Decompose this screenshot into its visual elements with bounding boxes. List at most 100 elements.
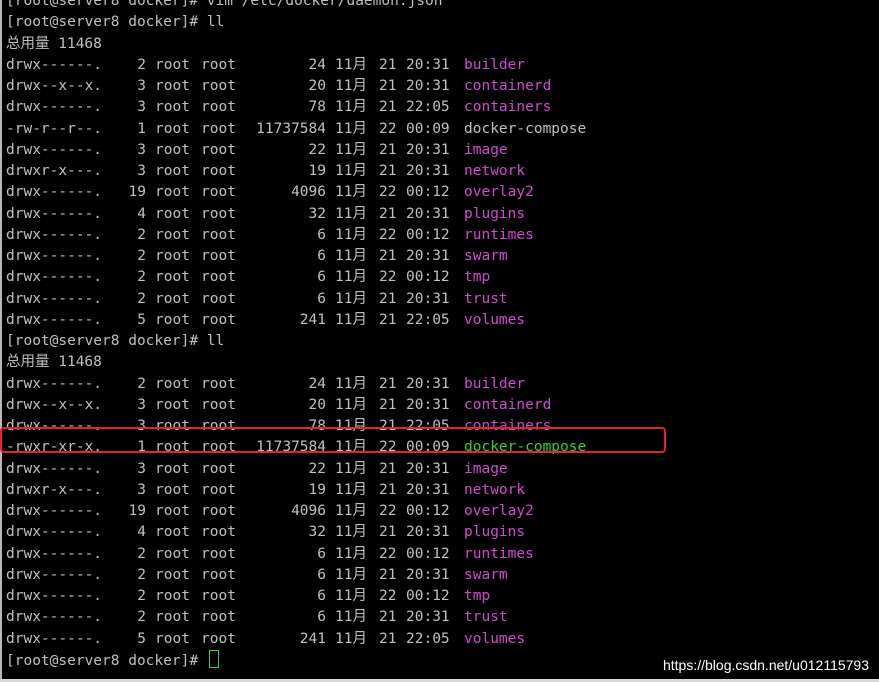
row-name: image: [464, 141, 508, 158]
row-owner: root: [155, 524, 190, 541]
row-time: 20:31: [406, 141, 450, 158]
shell-command: ll: [206, 14, 225, 31]
row-name: plugins: [464, 524, 526, 541]
row-day: 21: [379, 630, 397, 647]
row-time: 20:31: [406, 163, 450, 179]
row-owner: root: [155, 588, 190, 604]
row-owner: root: [155, 481, 190, 498]
row-group: root: [201, 481, 236, 498]
row-size: 6: [317, 545, 326, 562]
row-size: 6: [317, 588, 326, 604]
row-month: 11月: [335, 609, 367, 626]
row-perm: drwx------.: [6, 184, 103, 201]
row-size: 241: [299, 311, 326, 328]
row-links: 3: [137, 396, 146, 413]
row-day: 21: [379, 524, 397, 541]
listing-row: drwx------. 4 root root 32 11月 21 20:31 plugins: [6, 204, 586, 225]
row-month: 11月: [335, 588, 367, 604]
listing-row: drwx------. 2 root root 6 11月 22 00:12 runtimes: [6, 544, 586, 565]
row-owner: root: [155, 396, 190, 413]
listing-row: drwx------. 2 root root 6 11月 21 20:31 swarm: [6, 246, 586, 267]
row-day: 22: [379, 120, 397, 137]
listing-row: drwx------. 3 root root 22 11月 21 20:31 image: [6, 459, 586, 480]
row-name: overlay2: [464, 503, 534, 519]
row-name: tmp: [464, 588, 491, 604]
row-owner: root: [155, 566, 190, 583]
terminal-window[interactable]: [root@server8 docker]# vim /etc/docker/d…: [0, 0, 879, 682]
row-size: 4096: [291, 184, 326, 201]
row-links: 2: [137, 588, 146, 604]
row-group: root: [201, 290, 236, 307]
row-day: 21: [379, 56, 397, 73]
row-time: 20:31: [406, 566, 450, 583]
row-perm: drwx------.: [6, 609, 103, 626]
partial-top-line: [root@server8 docker]# vim /etc/docker/d…: [6, 0, 443, 9]
watermark-url: https://blog.csdn.net/u012115793: [662, 657, 869, 673]
row-perm: drwx--x--x.: [6, 396, 103, 413]
row-links: 2: [137, 226, 146, 243]
row-owner: root: [155, 630, 190, 647]
row-name: tmp: [464, 269, 491, 286]
row-owner: root: [155, 78, 190, 94]
row-perm: drwx------.: [6, 566, 103, 583]
row-perm: drwx------.: [6, 269, 103, 286]
row-links: 1: [137, 120, 146, 137]
row-month: 11月: [335, 163, 367, 179]
row-owner: root: [155, 184, 190, 201]
row-size: 19: [308, 163, 326, 179]
row-owner: root: [155, 56, 190, 73]
row-month: 11月: [335, 566, 367, 583]
row-month: 11月: [335, 396, 367, 413]
row-perm: drwx------.: [6, 205, 103, 222]
row-name: network: [464, 481, 526, 498]
row-links: 2: [137, 269, 146, 286]
row-owner: root: [155, 609, 190, 626]
row-name: builder: [464, 375, 526, 392]
row-group: root: [201, 205, 236, 222]
row-day: 21: [379, 78, 397, 94]
listing-row: drwx------. 19 root root 4096 11月 22 00:12 overl…: [6, 501, 586, 522]
row-name: swarm: [464, 248, 508, 264]
row-month: 11月: [335, 269, 367, 286]
row-links: 3: [137, 460, 146, 477]
row-perm: drwx------.: [6, 503, 103, 519]
row-owner: root: [155, 460, 190, 477]
terminal-cursor[interactable]: [208, 649, 219, 668]
row-name: builder: [464, 56, 526, 73]
total-line-2: 总用量 11468: [6, 354, 102, 371]
row-time: 20:31: [406, 56, 450, 73]
row-name: network: [464, 163, 526, 179]
row-perm: drwx------.: [6, 588, 103, 604]
row-links: 3: [137, 141, 146, 158]
row-time: 20:31: [406, 290, 450, 307]
row-perm: drwx------.: [6, 545, 103, 562]
listing-row: drwx------. 2 root root 6 11月 21 20:31 swarm: [6, 565, 586, 586]
row-group: root: [201, 120, 236, 137]
listing-row: drwx--x--x. 3 root root 20 11月 21 20:31 containe…: [6, 76, 586, 97]
listing-row: drwx------. 2 root root 24 11月 21 20:31 builder: [6, 55, 586, 76]
row-perm: drwx------.: [6, 630, 103, 647]
row-size: 241: [299, 630, 326, 647]
row-name: trust: [464, 609, 508, 626]
row-group: root: [201, 56, 236, 73]
row-name: runtimes: [464, 226, 534, 243]
row-links: 3: [137, 163, 146, 179]
directory-listing-2: drwx------. 2 root root 24 11月 21 20:31 builder d…: [6, 374, 586, 650]
row-size: 24: [308, 375, 326, 392]
row-month: 11月: [335, 503, 367, 519]
row-links: 2: [137, 56, 146, 73]
window-left-border: [0, 0, 2, 682]
row-owner: root: [155, 269, 190, 286]
row-group: root: [201, 248, 236, 264]
row-time: 00:12: [406, 269, 450, 286]
row-group: root: [201, 609, 236, 626]
row-time: 00:09: [406, 120, 450, 137]
row-name: volumes: [464, 311, 526, 328]
row-group: root: [201, 99, 236, 116]
row-size: 19: [308, 481, 326, 498]
row-month: 11月: [335, 78, 367, 94]
row-month: 11月: [335, 248, 367, 264]
row-group: root: [201, 269, 236, 286]
row-size: 4096: [291, 503, 326, 519]
row-time: 00:12: [406, 588, 450, 604]
